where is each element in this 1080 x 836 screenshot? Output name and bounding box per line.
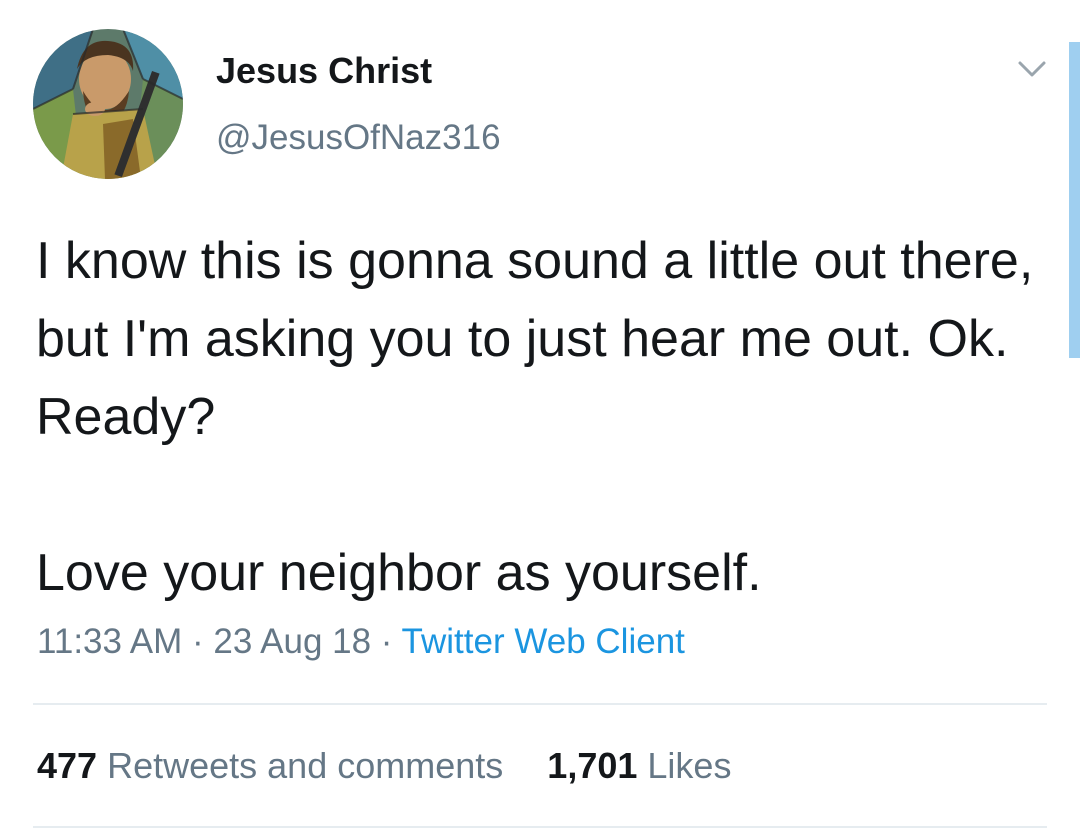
stained-glass-portrait-image: [33, 29, 183, 179]
tweet-stats: 477 Retweets and comments 1,701 Likes: [37, 745, 731, 787]
avatar[interactable]: [33, 29, 183, 179]
tweet-time[interactable]: 11:33 AM: [37, 622, 182, 661]
retweets-label: Retweets and comments: [107, 745, 504, 786]
display-name[interactable]: Jesus Christ: [216, 50, 432, 92]
retweets-count: 477: [37, 745, 98, 786]
tweet-card: Jesus Christ @JesusOfNaz316 I know this …: [0, 0, 1080, 836]
likes-stat[interactable]: 1,701 Likes: [547, 745, 731, 786]
tweet-text: I know this is gonna sound a little out …: [36, 222, 1056, 612]
likes-label: Likes: [647, 745, 732, 786]
chevron-down-icon[interactable]: [1012, 55, 1052, 83]
divider: [33, 703, 1047, 705]
meta-separator: ·: [192, 622, 204, 661]
meta-separator: ·: [380, 622, 393, 661]
user-handle[interactable]: @JesusOfNaz316: [216, 118, 501, 158]
divider: [33, 826, 1047, 828]
tweet-paragraph: I know this is gonna sound a little out …: [36, 232, 1034, 446]
tweet-date[interactable]: 23 Aug 18: [213, 622, 371, 661]
tweet-meta: 11:33 AM · 23 Aug 18 · Twitter Web Clien…: [37, 622, 685, 662]
likes-count: 1,701: [547, 745, 638, 786]
scrollbar[interactable]: [1069, 42, 1080, 358]
tweet-source-link[interactable]: Twitter Web Client: [402, 622, 685, 661]
tweet-paragraph: Love your neighbor as yourself.: [36, 544, 762, 602]
retweets-stat[interactable]: 477 Retweets and comments: [37, 745, 513, 786]
